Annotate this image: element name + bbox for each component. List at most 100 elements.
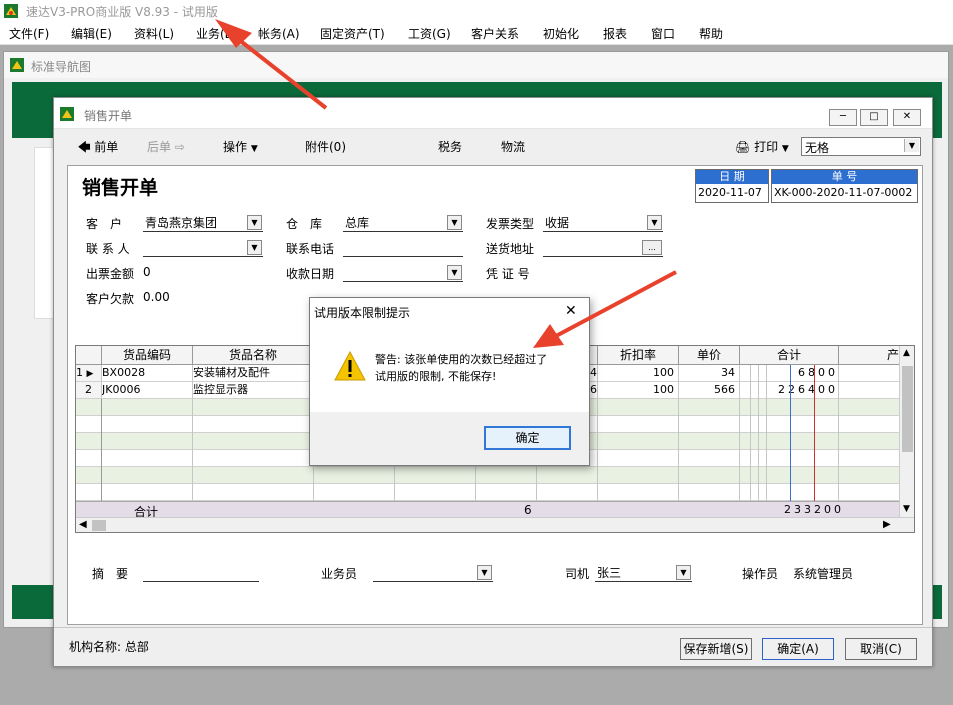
sales-window-title: 销售开单 [84,109,133,123]
menu-data[interactable]: 资料(L) [134,25,174,42]
chevron-down-icon[interactable]: ▼ [647,215,662,230]
col-header-code[interactable]: 货品编码 [102,346,193,365]
tax-button[interactable]: 税务 [438,138,462,155]
col-header-total[interactable]: 合计 [740,346,839,365]
grid-line [192,399,193,517]
dialog-body: 警告: 该张单使用的次数已经超过了 试用版的限制, 不能保存! [310,326,589,412]
next-button[interactable]: 后单 ⇨ [147,138,185,155]
menu-business[interactable]: 业务(B) [196,25,238,42]
horizontal-scrollbar[interactable]: ◀ ▶ [76,517,914,532]
menu-bar: 文件(F) 编辑(E) 资料(L) 业务(B) 帐务(A) 固定资产(T) 工资… [0,22,953,45]
col-header-discount[interactable]: 折扣率 [598,346,679,365]
cell-more[interactable] [839,365,900,382]
org-name: 机构名称: 总部 [69,640,149,654]
phone-field[interactable] [343,239,463,257]
chevron-down-icon[interactable]: ▼ [247,215,262,230]
scroll-up-icon[interactable]: ▲ [903,348,910,358]
footer-total: 233200 [784,503,844,516]
scroll-left-icon[interactable]: ◀ [79,519,87,530]
menu-crm[interactable]: 客户关系 [471,25,519,42]
warehouse-field[interactable]: 总库 ▼ [343,214,463,232]
scroll-thumb-h[interactable] [92,520,106,531]
receive-date-field[interactable]: ▼ [343,264,463,282]
contact-field[interactable]: ▼ [143,239,263,257]
menu-help[interactable]: 帮助 [699,25,723,42]
menu-file[interactable]: 文件(F) [9,25,49,42]
receive-date-label: 收款日期 [286,267,335,281]
cell-code[interactable]: JK0006 [102,382,193,399]
ledger-line [790,365,791,517]
menu-edit[interactable]: 编辑(E) [71,25,112,42]
menu-fixed-assets[interactable]: 固定资产(T) [320,25,385,42]
chevron-down-icon[interactable]: ▼ [247,240,262,255]
scroll-thumb[interactable] [902,366,913,452]
print-format-select[interactable]: 无格 ▼ [801,137,921,156]
vertical-scrollbar[interactable]: ▲ ▼ [899,346,914,517]
address-field[interactable]: ... [543,239,663,257]
warehouse-label: 仓 库 [286,217,323,231]
dialog-message-line2: 试用版的限制, 不能保存! [375,370,497,383]
cell-more[interactable] [839,382,900,399]
row-header-1[interactable]: 1 ▶ [76,365,102,382]
cell-name[interactable]: 监控显示器 [193,382,314,399]
app-logo-icon [4,4,18,18]
invoice-amount-value: 0 [143,265,151,279]
col-header-name[interactable]: 货品名称 [193,346,314,365]
chevron-down-icon[interactable]: ▼ [447,215,462,230]
chevron-down-icon[interactable]: ▼ [477,565,492,580]
chevron-down-icon[interactable]: ▼ [676,565,691,580]
app-title-bar: 速达V3-PRO商业版 V8.93 - 试用版 [0,0,953,22]
dialog-titlebar: 试用版本限制提示 ✕ [310,298,589,326]
debt-value: 0.00 [143,290,170,304]
menu-payroll[interactable]: 工资(G) [408,25,451,42]
ellipsis-button[interactable]: ... [642,240,662,255]
cell-discount[interactable]: 100 [598,365,679,382]
minimize-button[interactable]: ─ [829,109,857,126]
save-new-button[interactable]: 保存新增(S) [680,638,752,660]
attachment-button[interactable]: 附件(0) [305,138,346,155]
cell-discount[interactable]: 100 [598,382,679,399]
menu-window[interactable]: 窗口 [651,25,675,42]
invoice-type-field[interactable]: 收据 ▼ [543,214,663,232]
menu-init[interactable]: 初始化 [543,25,579,42]
menu-reports[interactable]: 报表 [603,25,627,42]
phone-label: 联系电话 [286,242,335,256]
cancel-button[interactable]: 取消(C) [845,638,917,660]
scroll-right-icon[interactable]: ▶ [883,519,891,530]
dialog-ok-button[interactable]: 确定 [484,426,571,450]
row-header-2[interactable]: 2 [76,382,102,399]
salesman-field[interactable]: ▼ [373,564,493,582]
scroll-down-icon[interactable]: ▼ [903,504,910,514]
navigator-titlebar: 标准导航图 [4,52,948,78]
ledger-decimal-line [814,365,815,517]
date-value[interactable]: 2020-11-07 [698,186,762,199]
ok-button[interactable]: 确定(A) [762,638,834,660]
logistics-button[interactable]: 物流 [501,138,525,155]
close-window-button[interactable]: ✕ [893,109,921,126]
customer-field[interactable]: 青岛燕京集团 ▼ [143,214,263,232]
empty-row[interactable] [76,484,914,501]
empty-row[interactable] [76,467,914,484]
grid-line [101,399,102,517]
grid-line [739,399,740,517]
chevron-down-icon[interactable]: ▼ [447,265,462,280]
date-box: 日 期 2020-11-07 [695,169,769,203]
app-title: 速达V3-PRO商业版 V8.93 - 试用版 [26,5,218,19]
col-header-price[interactable]: 单价 [679,346,740,365]
cell-code[interactable]: BX0028 [102,365,193,382]
maximize-button[interactable]: □ [860,109,888,126]
menu-accounts[interactable]: 帐务(A) [258,25,300,42]
cell-price[interactable]: 566 [679,382,740,399]
print-button[interactable]: 🖨 打印 ▼ [735,138,789,155]
close-icon[interactable]: ✕ [565,303,577,319]
cell-name[interactable]: 安装辅材及配件 [193,365,314,382]
operate-menu[interactable]: 操作 ▼ [223,138,258,155]
cell-price[interactable]: 34 [679,365,740,382]
prev-button[interactable]: 🡄 前单 [78,138,118,159]
driver-field[interactable]: 张三 ▼ [595,564,692,582]
salesman-label: 业务员 [321,567,358,581]
summary-field[interactable] [143,564,259,582]
customer-label: 客 户 [86,217,123,231]
date-label: 日 期 [696,170,768,184]
col-header-more[interactable]: 产 [839,346,900,365]
